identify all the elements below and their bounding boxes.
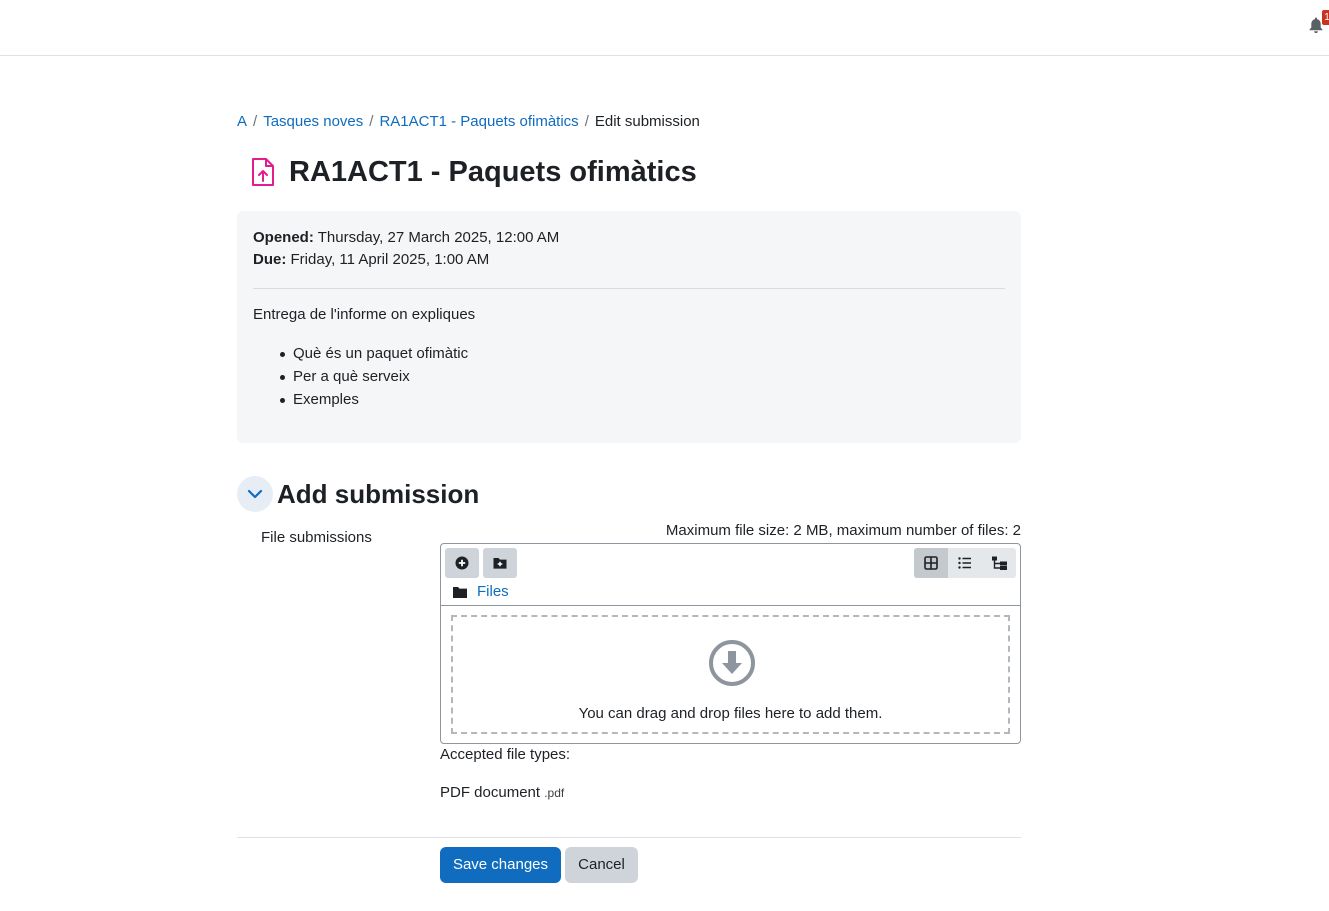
add-file-button[interactable] xyxy=(445,548,479,578)
breadcrumb-link-assignment[interactable]: RA1ACT1 - Paquets ofimàtics xyxy=(379,113,578,130)
list-view-icon xyxy=(958,557,971,569)
tree-view-button[interactable] xyxy=(982,548,1016,578)
view-toggle xyxy=(914,548,1016,578)
list-item: Per a què serveix xyxy=(253,367,468,390)
chevron-down-icon xyxy=(247,489,263,499)
upload-limits: Maximum file size: 2 MB, maximum number … xyxy=(665,522,1021,539)
dropzone-instruction: You can drag and drop files here to add … xyxy=(578,705,883,722)
file-type-extension: .pdf xyxy=(544,786,565,800)
description-list: Què és un paquet ofimàtic Per a què serv… xyxy=(253,344,468,413)
page-title: RA1ACT1 - Paquets ofimàtics xyxy=(289,156,697,188)
activity-description: Entrega de l'informe on expliques xyxy=(253,306,476,323)
list-item: Què és un paquet ofimàtic xyxy=(253,344,468,367)
cancel-button[interactable]: Cancel xyxy=(565,847,638,883)
assignment-upload-icon xyxy=(252,158,274,186)
breadcrumb-separator: / xyxy=(584,113,589,130)
breadcrumb-separator: / xyxy=(369,113,374,130)
folder-path-link[interactable]: Files xyxy=(477,582,509,602)
top-navbar: 1 xyxy=(0,0,1329,56)
add-file-icon xyxy=(455,556,469,570)
breadcrumb-link-course[interactable]: A xyxy=(237,113,247,130)
grid-view-icon xyxy=(924,556,938,570)
divider xyxy=(237,837,1021,838)
accepted-types-label: Accepted file types: xyxy=(440,746,571,763)
file-dropzone[interactable]: You can drag and drop files here to add … xyxy=(451,615,1010,734)
create-folder-button[interactable] xyxy=(483,548,517,578)
opened-date: Opened: Thursday, 27 March 2025, 12:00 A… xyxy=(253,228,559,248)
list-item: Exemples xyxy=(253,390,468,413)
breadcrumb-separator: / xyxy=(253,113,258,130)
due-label: Due: xyxy=(253,251,287,268)
download-arrow-icon xyxy=(709,640,755,686)
opened-label: Opened: xyxy=(253,229,314,246)
breadcrumb: A / Tasques noves / RA1ACT1 - Paquets ofimàt… xyxy=(237,112,700,132)
section-title: Add submission xyxy=(277,479,480,509)
opened-value: Thursday, 27 March 2025, 12:00 AM xyxy=(317,229,560,246)
file-picker: Files You can drag and drop files here t… xyxy=(440,543,1021,744)
grid-view-button[interactable] xyxy=(914,548,948,578)
divider xyxy=(253,288,1005,289)
breadcrumb-current: Edit submission xyxy=(594,113,700,130)
list-view-button[interactable] xyxy=(948,548,982,578)
file-submissions-label: File submissions xyxy=(261,529,372,546)
accepted-file-type: PDF document .pdf xyxy=(440,783,564,803)
divider xyxy=(441,605,1020,606)
file-type-name: PDF document xyxy=(440,784,541,801)
breadcrumb-link-section[interactable]: Tasques noves xyxy=(263,113,363,130)
folder-icon xyxy=(453,587,467,598)
due-date: Due: Friday, 11 April 2025, 1:00 AM xyxy=(253,250,489,270)
activity-info-box: Opened: Thursday, 27 March 2025, 12:00 A… xyxy=(237,211,1021,443)
create-folder-icon xyxy=(493,558,507,569)
save-changes-button[interactable]: Save changes xyxy=(440,847,561,883)
notification-count-badge: 1 xyxy=(1322,10,1329,25)
collapse-section-button[interactable] xyxy=(237,476,273,512)
due-value: Friday, 11 April 2025, 1:00 AM xyxy=(290,251,490,268)
tree-view-icon xyxy=(992,556,1007,570)
